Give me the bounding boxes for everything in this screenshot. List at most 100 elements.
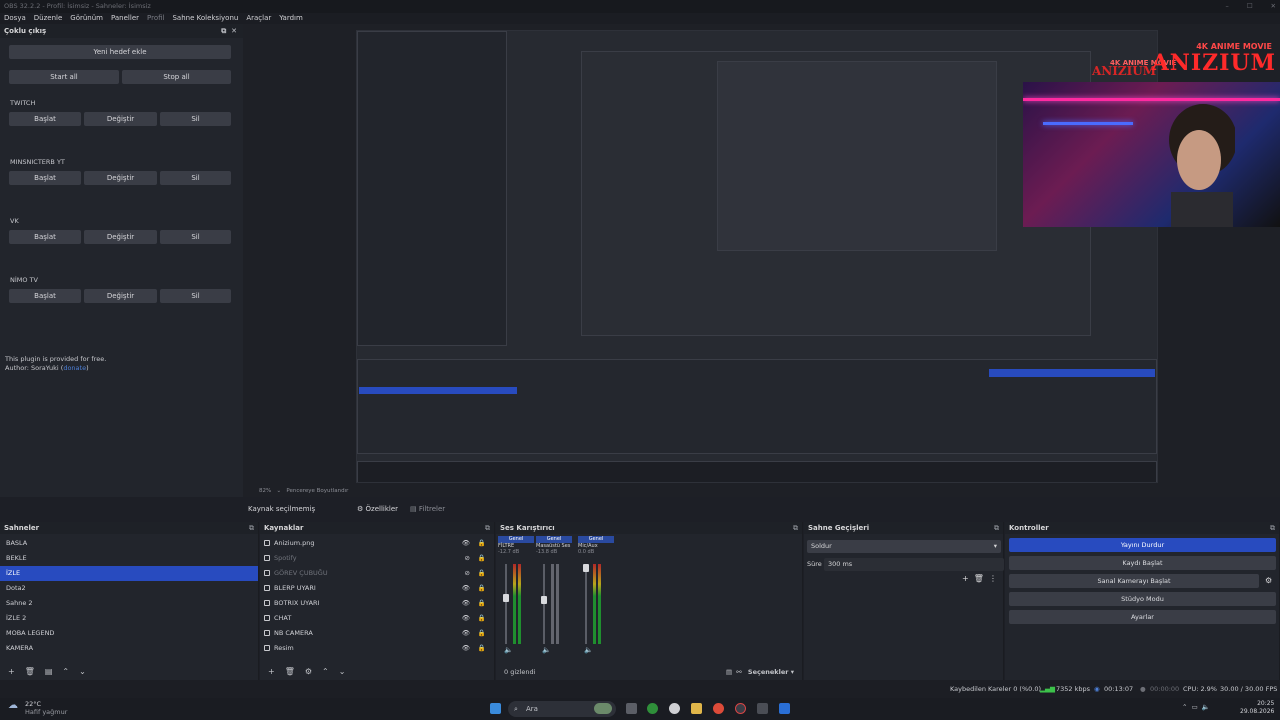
xbox-icon[interactable]	[647, 703, 658, 714]
lock-icon[interactable]: 🔒	[478, 641, 486, 656]
filters-button[interactable]: ▤ Filtreler	[410, 501, 445, 517]
trash-icon[interactable]: 🗑	[25, 664, 35, 680]
scene-item[interactable]: BASLA	[0, 536, 258, 551]
menu-file[interactable]: Dosya	[4, 13, 26, 24]
edit-button-nimo[interactable]: Değiştir	[84, 289, 157, 303]
edit-button-vk[interactable]: Değiştir	[84, 230, 157, 244]
menu-tools[interactable]: Araçlar	[246, 13, 271, 24]
start-button-nimo[interactable]: Başlat	[9, 289, 81, 303]
speaker-icon[interactable]: 🔈	[542, 646, 551, 654]
source-item[interactable]: CHAT 👁 🔒	[260, 611, 494, 626]
undock-icon[interactable]: ⧉	[793, 522, 798, 534]
visibility-icon[interactable]: 👁	[462, 596, 470, 611]
file-explorer-icon[interactable]	[691, 703, 702, 714]
delete-button-twitch[interactable]: Sil	[160, 112, 231, 126]
close-dock-icon[interactable]: ✕	[231, 27, 237, 35]
mixer-options-button[interactable]: Seçenekler ▾	[748, 668, 794, 676]
scene-item[interactable]: BEKLE	[0, 551, 258, 566]
edit-button-twitch[interactable]: Değiştir	[84, 112, 157, 126]
settings-button[interactable]: Ayarlar	[1009, 610, 1276, 624]
settings-app-icon[interactable]	[669, 703, 680, 714]
start-recording-button[interactable]: Kaydı Başlat	[1009, 556, 1276, 570]
link-icon[interactable]: ⚯	[736, 668, 741, 676]
duration-input[interactable]: 300 ms	[824, 558, 1004, 571]
lock-icon[interactable]: 🔒	[478, 551, 486, 566]
lock-icon[interactable]: 🔒	[478, 611, 486, 626]
menu-docks[interactable]: Paneller	[111, 13, 139, 24]
undock-icon[interactable]: ⧉	[485, 522, 490, 534]
volume-slider-knob[interactable]	[583, 564, 589, 572]
menu-profile[interactable]: Profil	[147, 13, 164, 24]
visibility-icon[interactable]: 👁	[462, 581, 470, 596]
source-item[interactable]: Anizium.png 👁 🔒	[260, 536, 494, 551]
stop-all-button[interactable]: Stop all	[122, 70, 231, 84]
visibility-icon[interactable]: 👁	[462, 626, 470, 641]
lock-icon[interactable]: 🔒	[478, 626, 486, 641]
volume-slider-knob[interactable]	[541, 596, 547, 604]
add-icon[interactable]: +	[962, 574, 969, 583]
transition-select[interactable]: Soldur ▾	[807, 540, 1001, 553]
start-virtual-camera-button[interactable]: Sanal Kamerayı Başlat	[1009, 574, 1259, 588]
hidden-icon[interactable]: ⊘	[465, 551, 470, 566]
lock-icon[interactable]: 🔒	[478, 581, 486, 596]
zoom-mode[interactable]: Pencereye Boyutlandır	[286, 488, 348, 494]
hidden-icon[interactable]: ⊘	[465, 566, 470, 581]
source-item[interactable]: BOTRIX UYARI 👁 🔒	[260, 596, 494, 611]
undock-icon[interactable]: ⧉	[249, 522, 254, 534]
scene-item-selected[interactable]: İZLE	[0, 566, 258, 581]
tray-icons[interactable]: ⌃ ▭ 🔈	[1182, 703, 1210, 711]
zoom-level[interactable]: 82%	[259, 488, 271, 494]
properties-button[interactable]: ⚙ Özellikler	[357, 501, 398, 517]
start-button-twitch[interactable]: Başlat	[9, 112, 81, 126]
stop-stream-button[interactable]: Yayını Durdur	[1009, 538, 1276, 552]
task-view-icon[interactable]	[626, 703, 637, 714]
trash-icon[interactable]: 🗑	[285, 664, 295, 680]
maximize-icon[interactable]: ☐	[1247, 0, 1253, 13]
delete-button-nimo[interactable]: Sil	[160, 289, 231, 303]
start-button-youtube[interactable]: Başlat	[9, 171, 81, 185]
start-menu-icon[interactable]	[490, 703, 501, 714]
start-all-button[interactable]: Start all	[9, 70, 119, 84]
edit-button-youtube[interactable]: Değiştir	[84, 171, 157, 185]
add-target-button[interactable]: Yeni hedef ekle	[9, 45, 231, 59]
menu-help[interactable]: Yardım	[279, 13, 303, 24]
visibility-icon[interactable]: 👁	[462, 641, 470, 656]
float-icon[interactable]: ⧉	[221, 27, 226, 35]
visibility-icon[interactable]: 👁	[462, 536, 470, 551]
add-icon[interactable]: +	[8, 664, 15, 680]
undock-icon[interactable]: ⧉	[994, 522, 999, 534]
gear-icon[interactable]: ⚙	[305, 664, 312, 680]
scene-item[interactable]: Sahne 2	[0, 596, 258, 611]
source-item[interactable]: GÖREV ÇUBUĞU ⊘ 🔒	[260, 566, 494, 581]
volume-slider[interactable]	[543, 564, 545, 644]
virtual-camera-settings-icon[interactable]: ⚙	[1265, 576, 1272, 585]
close-icon[interactable]: ✕	[1271, 0, 1276, 13]
clock[interactable]: 20:25 29.08.2026	[1240, 700, 1274, 716]
widget-icon[interactable]	[594, 703, 612, 714]
scene-item[interactable]: MOBA LEGEND	[0, 626, 258, 641]
store-icon[interactable]	[779, 703, 790, 714]
scene-item[interactable]: İZLE 2	[0, 611, 258, 626]
donate-link[interactable]: donate	[63, 364, 86, 372]
speaker-icon[interactable]: 🔈	[584, 646, 593, 654]
menu-edit[interactable]: Düzenle	[34, 13, 63, 24]
down-arrow-icon[interactable]: ⌄	[339, 664, 346, 680]
lock-icon[interactable]: 🔒	[478, 596, 486, 611]
down-arrow-icon[interactable]: ⌄	[79, 664, 86, 680]
undock-icon[interactable]: ⧉	[1270, 522, 1275, 534]
volume-slider-knob[interactable]	[503, 594, 509, 602]
up-arrow-icon[interactable]: ⌃	[322, 664, 329, 680]
chrome-icon[interactable]	[713, 703, 724, 714]
trash-icon[interactable]: 🗑	[974, 574, 984, 583]
layout-icon[interactable]: ▤	[726, 668, 732, 676]
minimize-icon[interactable]: –	[1225, 0, 1228, 13]
lock-icon[interactable]: 🔒	[478, 566, 486, 581]
menu-scene-collection[interactable]: Sahne Koleksiyonu	[172, 13, 238, 24]
speaker-icon[interactable]: 🔈	[504, 646, 513, 654]
terminal-icon[interactable]	[757, 703, 768, 714]
lock-icon[interactable]: 🔒	[478, 536, 486, 551]
obs-icon[interactable]	[735, 703, 746, 714]
source-item[interactable]: BLERP UYARI 👁 🔒	[260, 581, 494, 596]
volume-slider[interactable]	[505, 564, 507, 644]
delete-button-vk[interactable]: Sil	[160, 230, 231, 244]
